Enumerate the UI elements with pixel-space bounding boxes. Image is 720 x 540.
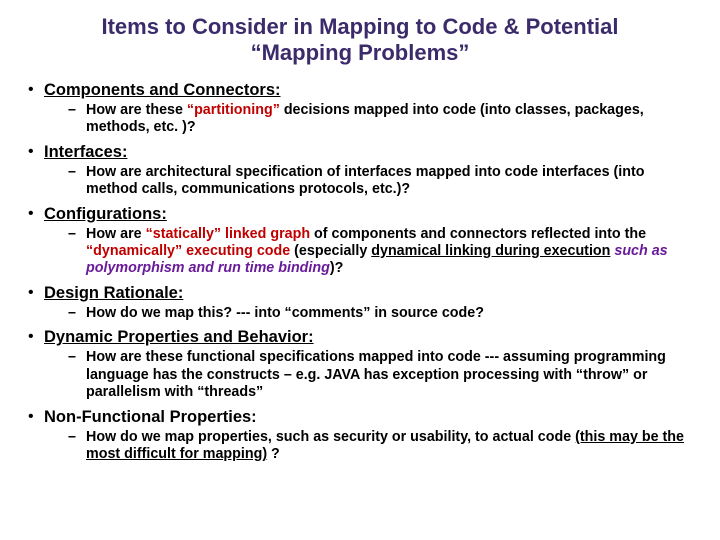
slide: Items to Consider in Mapping to Code & P… bbox=[0, 0, 720, 479]
text: ? bbox=[267, 446, 280, 462]
text: How are these bbox=[86, 102, 187, 118]
text: (especially bbox=[290, 243, 371, 259]
heading-components-connectors: Components and Connectors: bbox=[44, 81, 281, 99]
text: )? bbox=[330, 260, 344, 276]
heading-interfaces: Interfaces: bbox=[44, 143, 127, 161]
item-dynamic-properties: Dynamic Properties and Behavior: How are… bbox=[22, 328, 698, 401]
bullet-list: Components and Connectors: How are these… bbox=[22, 81, 698, 464]
sublist: How do we map properties, such as securi… bbox=[44, 429, 698, 464]
heading-dynamic-properties: Dynamic Properties and Behavior: bbox=[44, 328, 314, 346]
item-interfaces: Interfaces: How are architectural specif… bbox=[22, 143, 698, 199]
sublist: How are “statically” linked graph of com… bbox=[44, 226, 698, 278]
text-emphasis: “dynamically” executing code bbox=[86, 243, 290, 259]
text-underline: dynamical linking during execution bbox=[371, 243, 610, 259]
slide-title: Items to Consider in Mapping to Code & P… bbox=[62, 14, 658, 67]
item-configurations: Configurations: How are “statically” lin… bbox=[22, 205, 698, 278]
subitem: How are these functional specifications … bbox=[68, 349, 698, 401]
sublist: How do we map this? --- into “comments” … bbox=[44, 305, 698, 322]
item-design-rationale: Design Rationale: How do we map this? --… bbox=[22, 284, 698, 322]
heading-design-rationale: Design Rationale: bbox=[44, 284, 183, 302]
text-emphasis: “statically” linked graph bbox=[146, 226, 310, 242]
subitem: How are architectural specification of i… bbox=[68, 164, 698, 199]
item-components-connectors: Components and Connectors: How are these… bbox=[22, 81, 698, 137]
subitem: How do we map properties, such as securi… bbox=[68, 429, 698, 464]
subitem: How are these “partitioning” decisions m… bbox=[68, 102, 698, 137]
subitem: How do we map this? --- into “comments” … bbox=[68, 305, 698, 322]
sublist: How are these functional specifications … bbox=[44, 349, 698, 401]
text: How do we map properties, such as securi… bbox=[86, 429, 575, 445]
subitem: How are “statically” linked graph of com… bbox=[68, 226, 698, 278]
heading-configurations: Configurations: bbox=[44, 205, 167, 223]
item-non-functional: Non-Functional Properties: How do we map… bbox=[22, 408, 698, 464]
sublist: How are architectural specification of i… bbox=[44, 164, 698, 199]
text: of components and connectors reflected i… bbox=[310, 226, 646, 242]
text-emphasis: “partitioning” bbox=[187, 102, 280, 118]
text: How are bbox=[86, 226, 146, 242]
heading-non-functional: Non-Functional Properties: bbox=[44, 408, 257, 426]
sublist: How are these “partitioning” decisions m… bbox=[44, 102, 698, 137]
